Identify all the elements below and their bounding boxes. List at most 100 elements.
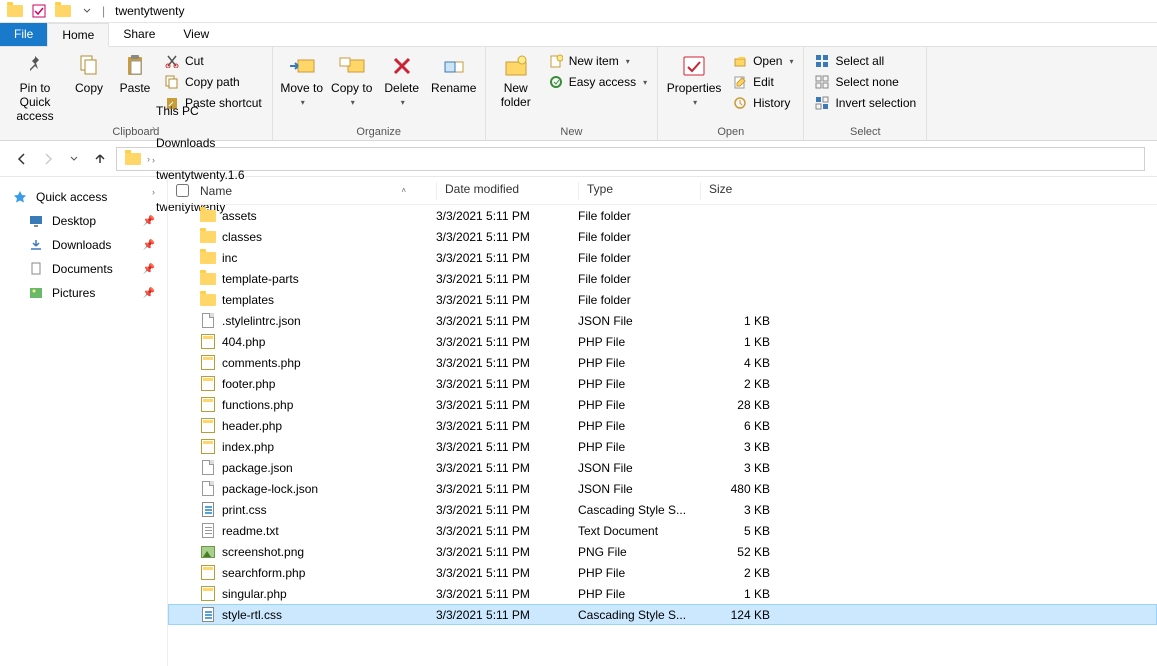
cut-button[interactable]: Cut: [160, 52, 266, 70]
file-type-icon: [200, 460, 216, 476]
file-name: searchform.php: [222, 566, 305, 580]
history-button[interactable]: History: [728, 94, 797, 112]
file-date: 3/3/2021 5:11 PM: [436, 314, 578, 328]
file-type-icon: [200, 397, 216, 413]
file-row[interactable]: readme.txt3/3/2021 5:11 PMText Document5…: [168, 520, 1157, 541]
file-row[interactable]: inc3/3/2021 5:11 PMFile folder: [168, 247, 1157, 268]
navigation-bar: › This PC›Downloads›twentytwenty.1.6›twe…: [0, 141, 1157, 177]
invert-selection-button[interactable]: Invert selection: [810, 94, 920, 112]
file-type-icon: [200, 292, 216, 308]
column-header-name[interactable]: Name˄: [196, 184, 436, 198]
new-folder-button[interactable]: New folder: [492, 50, 540, 110]
file-name: style-rtl.css: [222, 608, 282, 622]
file-date: 3/3/2021 5:11 PM: [436, 503, 578, 517]
downloads-icon: [28, 237, 44, 253]
column-header-type[interactable]: Type: [578, 182, 700, 200]
file-row[interactable]: template-parts3/3/2021 5:11 PMFile folde…: [168, 268, 1157, 289]
file-type-icon: [200, 418, 216, 434]
file-date: 3/3/2021 5:11 PM: [436, 482, 578, 496]
file-type-icon: [200, 565, 216, 581]
select-group-label: Select: [810, 124, 920, 138]
forward-button[interactable]: [38, 149, 58, 169]
tab-home[interactable]: Home: [47, 23, 109, 47]
qat-newfolder-icon[interactable]: [52, 2, 74, 20]
rename-button[interactable]: Rename: [429, 50, 479, 96]
pin-icon: 📌: [143, 240, 155, 251]
file-row[interactable]: .stylelintrc.json3/3/2021 5:11 PMJSON Fi…: [168, 310, 1157, 331]
file-row[interactable]: footer.php3/3/2021 5:11 PMPHP File2 KB: [168, 373, 1157, 394]
file-name: assets: [222, 209, 257, 223]
file-row[interactable]: 404.php3/3/2021 5:11 PMPHP File1 KB: [168, 331, 1157, 352]
file-row[interactable]: index.php3/3/2021 5:11 PMPHP File3 KB: [168, 436, 1157, 457]
tab-file[interactable]: File: [0, 23, 47, 46]
recent-locations-button[interactable]: [64, 149, 84, 169]
file-row[interactable]: searchform.php3/3/2021 5:11 PMPHP File2 …: [168, 562, 1157, 583]
chevron-right-icon[interactable]: ›: [152, 155, 155, 165]
chevron-right-icon[interactable]: ›: [152, 123, 155, 133]
breadcrumb-segment[interactable]: This PC: [152, 102, 249, 120]
easy-access-button[interactable]: Easy access▾: [544, 73, 651, 91]
file-row[interactable]: singular.php3/3/2021 5:11 PMPHP File1 KB: [168, 583, 1157, 604]
file-name: footer.php: [222, 377, 275, 391]
file-name: functions.php: [222, 398, 293, 412]
file-row[interactable]: comments.php3/3/2021 5:11 PMPHP File4 KB: [168, 352, 1157, 373]
file-row[interactable]: print.css3/3/2021 5:11 PMCascading Style…: [168, 499, 1157, 520]
file-row[interactable]: screenshot.png3/3/2021 5:11 PMPNG File52…: [168, 541, 1157, 562]
file-row[interactable]: package.json3/3/2021 5:11 PMJSON File3 K…: [168, 457, 1157, 478]
sidebar-item-documents[interactable]: Documents 📌: [4, 257, 163, 281]
file-row[interactable]: style-rtl.css3/3/2021 5:11 PMCascading S…: [168, 604, 1157, 625]
properties-button[interactable]: Properties▾: [664, 50, 724, 107]
column-header-date[interactable]: Date modified: [436, 182, 578, 200]
select-none-button[interactable]: Select none: [810, 73, 920, 91]
tab-view[interactable]: View: [169, 23, 223, 46]
file-row[interactable]: templates3/3/2021 5:11 PMFile folder: [168, 289, 1157, 310]
sidebar-item-downloads[interactable]: Downloads 📌: [4, 233, 163, 257]
delete-button[interactable]: Delete▾: [379, 50, 425, 107]
select-all-button[interactable]: Select all: [810, 52, 920, 70]
chevron-right-icon[interactable]: ›: [147, 154, 150, 164]
tab-share[interactable]: Share: [109, 23, 169, 46]
file-row[interactable]: classes3/3/2021 5:11 PMFile folder: [168, 226, 1157, 247]
file-row[interactable]: header.php3/3/2021 5:11 PMPHP File6 KB: [168, 415, 1157, 436]
pin-icon: [19, 52, 51, 80]
file-type-icon: [200, 481, 216, 497]
new-item-icon: [548, 53, 564, 69]
select-all-checkbox[interactable]: [176, 184, 189, 197]
qat-properties-icon[interactable]: [28, 2, 50, 20]
file-row[interactable]: assets3/3/2021 5:11 PMFile folder: [168, 205, 1157, 226]
file-date: 3/3/2021 5:11 PM: [436, 440, 578, 454]
new-item-button[interactable]: New item▾: [544, 52, 651, 70]
sidebar-item-quick-access[interactable]: Quick access: [4, 185, 163, 209]
breadcrumb-segment[interactable]: Downloads: [152, 134, 249, 152]
edit-button[interactable]: Edit: [728, 73, 797, 91]
file-row[interactable]: functions.php3/3/2021 5:11 PMPHP File28 …: [168, 394, 1157, 415]
copy-to-button[interactable]: Copy to▾: [329, 50, 375, 107]
address-bar[interactable]: › This PC›Downloads›twentytwenty.1.6›twe…: [116, 147, 1145, 171]
file-size: 124 KB: [700, 608, 778, 622]
file-name: package-lock.json: [222, 482, 318, 496]
select-all-icon: [814, 53, 830, 69]
paste-button[interactable]: Paste: [114, 50, 156, 96]
sidebar-item-pictures[interactable]: Pictures 📌: [4, 281, 163, 305]
file-name: 404.php: [222, 335, 265, 349]
move-to-icon: [286, 52, 318, 80]
file-type-icon: [200, 250, 216, 266]
up-button[interactable]: [90, 149, 110, 169]
copy-button[interactable]: Copy: [68, 50, 110, 96]
copy-path-button[interactable]: Copy path: [160, 73, 266, 91]
cut-icon: [164, 53, 180, 69]
pin-to-quick-access-button[interactable]: Pin to Quick access: [6, 50, 64, 123]
qat-dropdown-icon[interactable]: [76, 2, 98, 20]
file-row[interactable]: package-lock.json3/3/2021 5:11 PMJSON Fi…: [168, 478, 1157, 499]
move-to-button[interactable]: Move to▾: [279, 50, 325, 107]
column-header-size[interactable]: Size: [700, 182, 778, 200]
ribbon-group-open: Properties▾ Open▾ Edit History Open: [658, 47, 804, 140]
chevron-down-icon: ▾: [351, 98, 355, 107]
edit-icon: [732, 74, 748, 90]
file-name: inc: [222, 251, 237, 265]
column-headers: Name˄ Date modified Type Size: [168, 177, 1157, 205]
sidebar-item-desktop[interactable]: Desktop 📌: [4, 209, 163, 233]
qat-explorer-icon[interactable]: [4, 2, 26, 20]
back-button[interactable]: [12, 149, 32, 169]
open-button[interactable]: Open▾: [728, 52, 797, 70]
